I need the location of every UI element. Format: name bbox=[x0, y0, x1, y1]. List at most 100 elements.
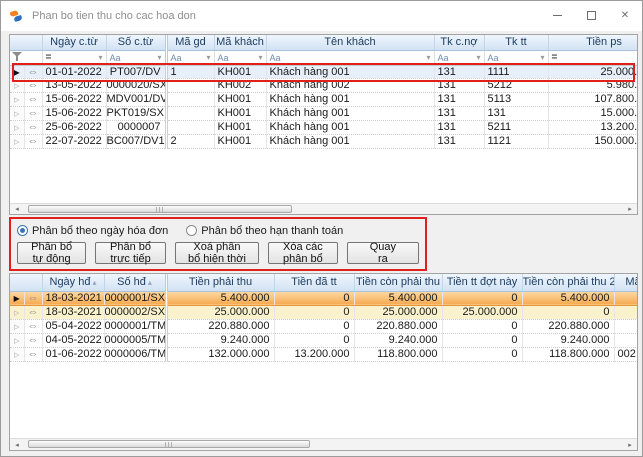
invoices-grid: Ngày hđ▴ Số hđ▴ Tiền phải thu Tiền đã tt… bbox=[10, 274, 637, 362]
cell-tienps: 150.000.000 bbox=[548, 134, 637, 148]
cell-tktt: 5113 bbox=[484, 92, 548, 106]
chevron-down-icon[interactable]: ▾ bbox=[258, 53, 262, 62]
detail-expand-icon[interactable]: ⇔ bbox=[24, 347, 42, 361]
table-row[interactable]: ▹ ⇔ 15-06-2022 MDV001/DV KH001 Khách hàn… bbox=[10, 92, 637, 106]
radio-by-due-date[interactable]: Phân bổ theo hạn thanh toán bbox=[186, 225, 343, 237]
col-header-ma[interactable]: Mã bbox=[614, 274, 637, 291]
table-row[interactable]: ▹ ⇔ 01-06-2022 0000006/TM 132.000.000 13… bbox=[10, 347, 637, 361]
filter-cell-so[interactable]: Aa▾ bbox=[106, 50, 166, 65]
clear-current-allocation-button[interactable]: Xoá phân bổ hiện thời bbox=[175, 242, 259, 264]
col-header-tk-cno[interactable]: Tk c.nợ bbox=[434, 35, 484, 50]
col-header-tien-con-phai-thu[interactable]: Tiền còn phải thu bbox=[354, 274, 442, 291]
scroll-track[interactable] bbox=[24, 439, 623, 450]
col-header-tien-phai-thu[interactable]: Tiền phải thu bbox=[166, 274, 274, 291]
detail-expand-icon[interactable]: ⇔ bbox=[24, 319, 42, 333]
app-window: Phan bo tien thu cho cac hoa don ✕ Ngày bbox=[0, 0, 643, 457]
chevron-down-icon[interactable]: ▾ bbox=[206, 53, 210, 62]
direct-allocate-button[interactable]: Phân bổ trực tiếp bbox=[95, 242, 166, 264]
invoices-grid-panel: Ngày hđ▴ Số hđ▴ Tiền phải thu Tiền đã tt… bbox=[9, 273, 638, 451]
filter-cell-tkcn[interactable]: Aa▾ bbox=[434, 50, 484, 65]
invoices-header-row: Ngày hđ▴ Số hđ▴ Tiền phải thu Tiền đã tt… bbox=[10, 274, 637, 291]
filter-cell-indicator[interactable] bbox=[10, 50, 42, 65]
detail-expand-icon[interactable]: ⇔ bbox=[24, 120, 42, 134]
sort-asc-icon: ▴ bbox=[148, 278, 152, 287]
table-row[interactable]: ▹ ⇔ 15-06-2022 PKT019/SX KH001 Khách hàn… bbox=[10, 106, 637, 120]
cell-tt-dot-nay[interactable]: 0 bbox=[442, 333, 522, 347]
scroll-right-icon[interactable]: ▸ bbox=[623, 439, 637, 450]
cell-so: 0000005/TM1 bbox=[104, 333, 166, 347]
col-header-ma-gd[interactable]: Mã gd bbox=[166, 35, 214, 50]
allocation-buttons: Phân bổ tự động Phân bổ trực tiếp Xoá ph… bbox=[17, 242, 419, 264]
col-header-ngay-ctu[interactable]: Ngày c.từ bbox=[42, 35, 106, 50]
detail-expand-icon[interactable]: ⇔ bbox=[24, 78, 42, 92]
table-row[interactable]: ▹ ⇔ 22-07-2022 BC007/DV1 2 KH001 Khách h… bbox=[10, 134, 637, 148]
scroll-track[interactable] bbox=[24, 204, 623, 214]
cell-ma: 002 bbox=[614, 347, 637, 361]
filter-cell-tktt[interactable]: Aa▾ bbox=[484, 50, 548, 65]
col-header-so-ctu[interactable]: Số c.từ bbox=[106, 35, 166, 50]
invoices-hscrollbar[interactable]: ◂ ▸ bbox=[10, 438, 637, 450]
col-header-tien-con-phai-thu-2[interactable]: Tiền còn phải thu 2 bbox=[522, 274, 614, 291]
col-header-tien-tt-dot-nay[interactable]: Tiền tt đợt này bbox=[442, 274, 522, 291]
filter-cell-tienps[interactable]: =▾ bbox=[548, 50, 637, 65]
table-row[interactable]: ▹ ⇔ 05-04-2022 0000001/TM1 220.880.000 0… bbox=[10, 319, 637, 333]
table-row[interactable]: ▹ ⇔ 18-03-2021 0000002/SX 25.000.000 0 2… bbox=[10, 305, 637, 319]
scroll-thumb[interactable] bbox=[28, 440, 310, 448]
detail-expand-icon[interactable]: ⇔ bbox=[24, 65, 42, 78]
filter-cell-magd[interactable]: Aa▾ bbox=[166, 50, 214, 65]
chevron-down-icon[interactable]: ▾ bbox=[157, 53, 161, 62]
scroll-left-icon[interactable]: ◂ bbox=[10, 439, 24, 450]
table-row[interactable]: ▶ ⇔ 18-03-2021 0000001/SX 5.400.000 0 5.… bbox=[10, 291, 637, 305]
close-button[interactable]: ✕ bbox=[608, 1, 642, 29]
detail-expand-icon[interactable]: ⇔ bbox=[24, 106, 42, 120]
col-header-so-hd[interactable]: Số hđ▴ bbox=[104, 274, 166, 291]
cell-tt-dot-nay[interactable]: 0 bbox=[442, 291, 522, 305]
col-header-tien-da-tt[interactable]: Tiền đã tt bbox=[274, 274, 354, 291]
scroll-thumb[interactable] bbox=[28, 205, 292, 213]
chevron-down-icon[interactable]: ▾ bbox=[98, 53, 102, 62]
cell-da-tt: 13.200.000 bbox=[274, 347, 354, 361]
chevron-down-icon[interactable]: ▾ bbox=[476, 53, 480, 62]
text-filter-icon: Aa bbox=[270, 53, 281, 63]
scroll-right-icon[interactable]: ▸ bbox=[623, 204, 637, 214]
cell-con-phai-thu-2: 220.880.000 bbox=[522, 319, 614, 333]
row-marker-icon: ▹ bbox=[10, 305, 24, 319]
detail-expand-icon[interactable]: ⇔ bbox=[24, 305, 42, 319]
radio-by-invoice-date[interactable]: Phân bổ theo ngày hóa đơn bbox=[17, 225, 168, 237]
filter-cell-ngay[interactable]: =▾ bbox=[42, 50, 106, 65]
maximize-button[interactable] bbox=[574, 1, 608, 29]
cell-makhach: KH001 bbox=[214, 92, 266, 106]
cell-tktt: 1111 bbox=[484, 65, 548, 78]
cell-tktt: 131 bbox=[484, 106, 548, 120]
table-row[interactable]: ▹ ⇔ 25-06-2022 0000007 KH001 Khách hàng … bbox=[10, 120, 637, 134]
back-button[interactable]: Quay ra bbox=[347, 242, 419, 264]
receipts-hscrollbar[interactable]: ◂ ▸ bbox=[10, 203, 637, 214]
cell-tt-dot-nay[interactable]: 25.000.000 bbox=[442, 305, 522, 319]
cell-tt-dot-nay[interactable]: 0 bbox=[442, 347, 522, 361]
chevron-down-icon[interactable]: ▾ bbox=[426, 53, 430, 62]
col-header-ten-khach[interactable]: Tên khách bbox=[266, 35, 434, 50]
detail-expand-icon[interactable]: ⇔ bbox=[24, 92, 42, 106]
cell-tkcn: 131 bbox=[434, 65, 484, 78]
col-header-ngay-hd[interactable]: Ngày hđ▴ bbox=[42, 274, 104, 291]
table-row[interactable]: ▹ ⇔ 13-05-2022 0000020/SX KH002 Khách hà… bbox=[10, 78, 637, 92]
filter-cell-makhach[interactable]: Aa▾ bbox=[214, 50, 266, 65]
table-row[interactable]: ▹ ⇔ 04-05-2022 0000005/TM1 9.240.000 0 9… bbox=[10, 333, 637, 347]
clear-all-allocations-button[interactable]: Xóa các phân bổ bbox=[268, 242, 338, 264]
detail-expand-icon[interactable]: ⇔ bbox=[24, 291, 42, 305]
detail-expand-icon[interactable]: ⇔ bbox=[24, 333, 42, 347]
col-header-ma-khach[interactable]: Mã khách bbox=[214, 35, 266, 50]
scroll-left-icon[interactable]: ◂ bbox=[10, 204, 24, 214]
filter-cell-tenkhach[interactable]: Aa ▾ bbox=[266, 50, 434, 65]
col-header-tien-ps[interactable]: Tiền ps bbox=[548, 35, 637, 50]
cell-tt-dot-nay[interactable]: 0 bbox=[442, 319, 522, 333]
detail-expand-icon[interactable]: ⇔ bbox=[24, 134, 42, 148]
cell-tktt: 5212 bbox=[484, 78, 548, 92]
minimize-button[interactable] bbox=[540, 1, 574, 29]
auto-allocate-button[interactable]: Phân bổ tự động bbox=[17, 242, 86, 264]
table-row[interactable]: ▶ ⇔ 01-01-2022 PT007/DV 1 KH001 Khách hà… bbox=[10, 65, 637, 78]
chevron-down-icon[interactable]: ▾ bbox=[540, 53, 544, 62]
row-marker-icon: ▹ bbox=[10, 319, 24, 333]
cell-so: BC007/DV1 bbox=[106, 134, 166, 148]
col-header-tk-tt[interactable]: Tk tt bbox=[484, 35, 548, 50]
